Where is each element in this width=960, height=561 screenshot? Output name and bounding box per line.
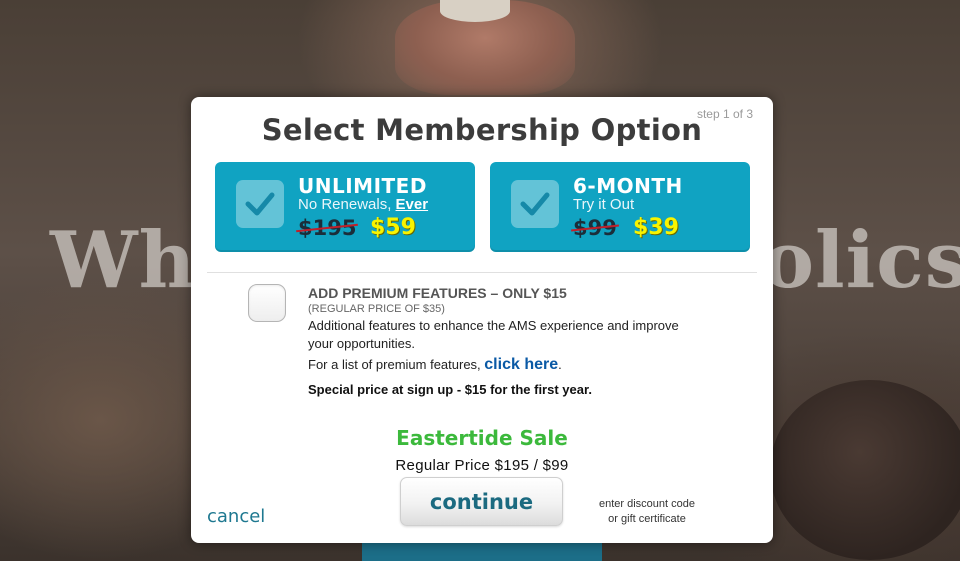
background-host-image — [440, 0, 510, 22]
membership-modal: step 1 of 3 Select Membership Option UNL… — [191, 97, 773, 543]
premium-heading: ADD PREMIUM FEATURES – ONLY $15 — [308, 285, 567, 301]
option-unlimited[interactable]: UNLIMITED No Renewals, Ever $195 $59 — [215, 162, 475, 252]
premium-list-text: For a list of premium features, — [308, 357, 485, 372]
background-headline-right: olics — [762, 215, 960, 306]
discount-line-2: or gift certificate — [608, 513, 686, 525]
premium-special-note: Special price at sign up - $15 for the f… — [308, 382, 592, 397]
option-name: UNLIMITED — [298, 174, 427, 198]
option-subtitle: No Renewals, Ever — [298, 196, 428, 213]
option-subtitle-text: No Renewals, — [298, 196, 396, 213]
option-subtitle: Try it Out — [573, 196, 635, 213]
option-old-price: $99 — [573, 216, 617, 240]
premium-list-suffix: . — [558, 357, 562, 372]
discount-line-1: enter discount code — [598, 498, 695, 510]
continue-button[interactable]: continue — [400, 477, 563, 526]
modal-title: Select Membership Option — [261, 113, 703, 147]
checkmark-icon — [520, 192, 550, 216]
option-unlimited-checkbox[interactable] — [236, 180, 284, 228]
option-old-price: $195 — [298, 216, 357, 240]
option-new-price: $39 — [633, 215, 679, 240]
option-name: 6-MONTH — [573, 174, 683, 198]
option-6-month-checkbox[interactable] — [511, 180, 559, 228]
premium-regular-price: (REGULAR PRICE OF $35) — [308, 303, 445, 315]
premium-features-checkbox[interactable] — [248, 284, 286, 322]
premium-list-line: For a list of premium features, click he… — [308, 356, 562, 374]
cancel-link[interactable]: cancel — [207, 506, 265, 527]
sale-title: Eastertide Sale — [396, 426, 568, 450]
option-new-price: $59 — [370, 215, 416, 240]
discount-code-link[interactable]: enter discount code or gift certificate — [583, 497, 711, 527]
background-button-bar — [362, 540, 602, 561]
checkmark-icon — [245, 192, 275, 216]
background-head-image — [770, 380, 960, 560]
premium-click-here-link[interactable]: click here — [484, 356, 558, 373]
option-subtitle-emphasis: Ever — [395, 196, 429, 213]
premium-description: Additional features to enhance the AMS e… — [308, 318, 679, 351]
regular-price-note: Regular Price $195 / $99 — [395, 457, 569, 474]
divider — [207, 272, 757, 273]
option-6-month[interactable]: 6-MONTH Try it Out $99 $39 — [490, 162, 750, 252]
